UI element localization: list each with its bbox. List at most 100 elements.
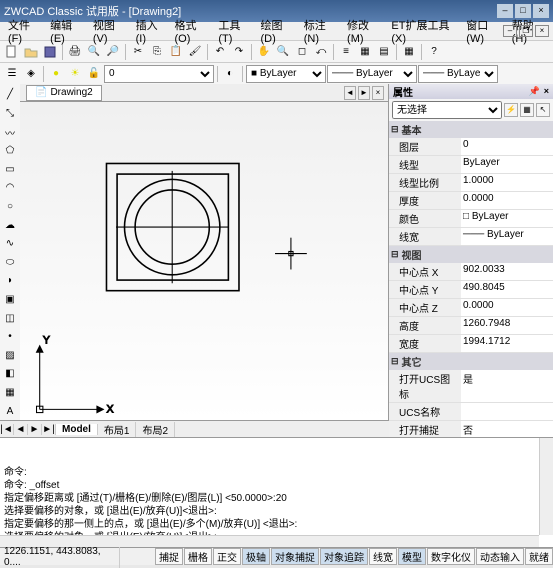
props-icon[interactable]: ≡ xyxy=(337,43,355,61)
zoom-rt-icon[interactable]: 🔍 xyxy=(274,43,292,61)
prop-row[interactable]: 高度1260.7948 xyxy=(389,317,553,335)
status-toggle[interactable]: 极轴 xyxy=(242,548,270,565)
insert-icon[interactable]: ▣ xyxy=(1,291,19,309)
copy-icon[interactable]: ⎘ xyxy=(148,43,166,61)
tab-next-icon[interactable]: ► xyxy=(358,86,370,100)
polygon-icon[interactable]: ⬠ xyxy=(1,142,19,160)
maximize-button[interactable]: □ xyxy=(515,4,531,18)
tab-close-icon[interactable]: × xyxy=(372,86,384,100)
rect-icon[interactable]: ▭ xyxy=(1,160,19,178)
menu-tools[interactable]: 工具(T) xyxy=(214,17,254,45)
cut-icon[interactable]: ✂ xyxy=(129,43,147,61)
region-icon[interactable]: ◧ xyxy=(1,365,19,383)
prop-row[interactable]: 颜色□ ByLayer xyxy=(389,210,553,228)
prop-value[interactable]: 0.0000 xyxy=(461,299,553,316)
linetype-combo[interactable]: ─── ByLayer xyxy=(327,65,417,83)
prop-value[interactable]: 1994.1712 xyxy=(461,335,553,352)
drawing-canvas[interactable]: Y X xyxy=(20,102,388,420)
prop-group-header[interactable]: 基本 xyxy=(389,121,553,138)
zoom-win-icon[interactable]: ◻ xyxy=(293,43,311,61)
save-icon[interactable] xyxy=(41,43,59,61)
tool-icon[interactable]: ▤ xyxy=(375,43,393,61)
menu-et[interactable]: ET扩展工具(X) xyxy=(387,17,460,45)
prop-value[interactable]: ByLayer xyxy=(461,156,553,173)
bulb-icon[interactable]: ● xyxy=(47,65,65,83)
coord-display[interactable]: 1226.1151, 443.8083, 0.... xyxy=(0,546,120,568)
layer-mgr-icon[interactable]: ☰ xyxy=(3,65,21,83)
close-button[interactable]: × xyxy=(533,4,549,18)
color-combo[interactable]: ■ ByLayer xyxy=(246,65,326,83)
mdi-minimize[interactable]: – xyxy=(503,25,517,37)
prop-group-header[interactable]: 其它 xyxy=(389,353,553,370)
pline-icon[interactable]: 〰 xyxy=(1,123,19,141)
cmd-scroll-h[interactable] xyxy=(0,535,539,547)
status-toggle[interactable]: 就绪 xyxy=(525,548,553,565)
calc-icon[interactable]: ▦ xyxy=(400,43,418,61)
status-toggle[interactable]: 栅格 xyxy=(184,548,212,565)
tab-layout2[interactable]: 布局2 xyxy=(136,422,175,437)
prop-row[interactable]: 线型比例1.0000 xyxy=(389,174,553,192)
status-toggle[interactable]: 捕捉 xyxy=(155,548,183,565)
menu-file[interactable]: 文件(F) xyxy=(4,17,44,45)
sun-icon[interactable]: ☀ xyxy=(66,65,84,83)
print-icon[interactable]: 🖨 xyxy=(66,43,84,61)
menu-view[interactable]: 视图(V) xyxy=(89,17,130,45)
prop-value[interactable]: 是 xyxy=(461,370,553,402)
qselect-icon[interactable]: ⚡ xyxy=(504,103,518,117)
menu-format[interactable]: 格式(O) xyxy=(171,17,213,45)
tab-first-icon[interactable]: |◄ xyxy=(0,424,14,435)
status-toggle[interactable]: 线宽 xyxy=(369,548,397,565)
mdi-restore[interactable]: ❐ xyxy=(519,25,533,37)
prop-row[interactable]: 宽度1994.1712 xyxy=(389,335,553,353)
point-icon[interactable]: • xyxy=(1,328,19,346)
preview-icon[interactable]: 🔍 xyxy=(85,43,103,61)
prop-value[interactable]: 490.8045 xyxy=(461,281,553,298)
lock-icon[interactable]: 🔓 xyxy=(85,65,103,83)
prop-group-header[interactable]: 视图 xyxy=(389,246,553,263)
prop-value[interactable]: 0 xyxy=(461,138,553,155)
status-toggle[interactable]: 动态输入 xyxy=(476,548,524,565)
tab-layout1[interactable]: 布局1 xyxy=(98,422,137,437)
status-toggle[interactable]: 模型 xyxy=(398,548,426,565)
new-icon[interactable] xyxy=(3,43,21,61)
prop-value[interactable]: 否 xyxy=(461,421,553,438)
find-icon[interactable]: 🔎 xyxy=(104,43,122,61)
document-tab[interactable]: 📄 Drawing2 xyxy=(26,85,102,101)
zoom-prev-icon[interactable]: ⤺ xyxy=(312,43,330,61)
prop-value[interactable] xyxy=(461,403,553,420)
prop-row[interactable]: 线宽─── ByLayer xyxy=(389,228,553,246)
revcloud-icon[interactable]: ☁ xyxy=(1,216,19,234)
prop-row[interactable]: 中心点 Y490.8045 xyxy=(389,281,553,299)
ellipse-icon[interactable]: ⬭ xyxy=(1,253,19,271)
prop-row[interactable]: 图层0 xyxy=(389,138,553,156)
prop-row[interactable]: 打开UCS图标是 xyxy=(389,370,553,403)
open-icon[interactable] xyxy=(22,43,40,61)
select-icon[interactable]: ↖ xyxy=(536,103,550,117)
match-icon[interactable]: 🖌 xyxy=(186,43,204,61)
tab-model[interactable]: Model xyxy=(56,424,98,435)
menu-modify[interactable]: 修改(M) xyxy=(343,17,385,45)
panel-close-icon[interactable]: × xyxy=(544,86,549,97)
mtext-icon[interactable]: A xyxy=(1,402,19,420)
prop-value[interactable]: 902.0033 xyxy=(461,263,553,280)
block-icon[interactable]: ◫ xyxy=(1,309,19,327)
menu-draw[interactable]: 绘图(D) xyxy=(257,17,298,45)
xline-icon[interactable]: ⤡ xyxy=(1,105,19,123)
hatch-icon[interactable]: ▨ xyxy=(1,347,19,365)
tab-prev2-icon[interactable]: ◄ xyxy=(14,424,28,435)
prop-row[interactable]: 线型ByLayer xyxy=(389,156,553,174)
line-icon[interactable]: ╱ xyxy=(1,86,19,104)
circle-icon[interactable]: ○ xyxy=(1,198,19,216)
selection-combo[interactable]: 无选择 xyxy=(392,101,502,119)
prop-value[interactable]: 0.0000 xyxy=(461,192,553,209)
table-icon[interactable]: ▦ xyxy=(1,384,19,402)
prop-row[interactable]: 中心点 Z0.0000 xyxy=(389,299,553,317)
ellipse-arc-icon[interactable]: ◗ xyxy=(1,272,19,290)
lineweight-combo[interactable]: ─── ByLayer xyxy=(418,65,498,83)
cmd-scroll-v[interactable] xyxy=(539,438,553,535)
prop-row[interactable]: 厚度0.0000 xyxy=(389,192,553,210)
tab-next2-icon[interactable]: ► xyxy=(28,424,42,435)
help-icon[interactable]: ? xyxy=(425,43,443,61)
prop-value[interactable]: ─── ByLayer xyxy=(461,228,553,245)
status-toggle[interactable]: 对象捕捉 xyxy=(271,548,319,565)
